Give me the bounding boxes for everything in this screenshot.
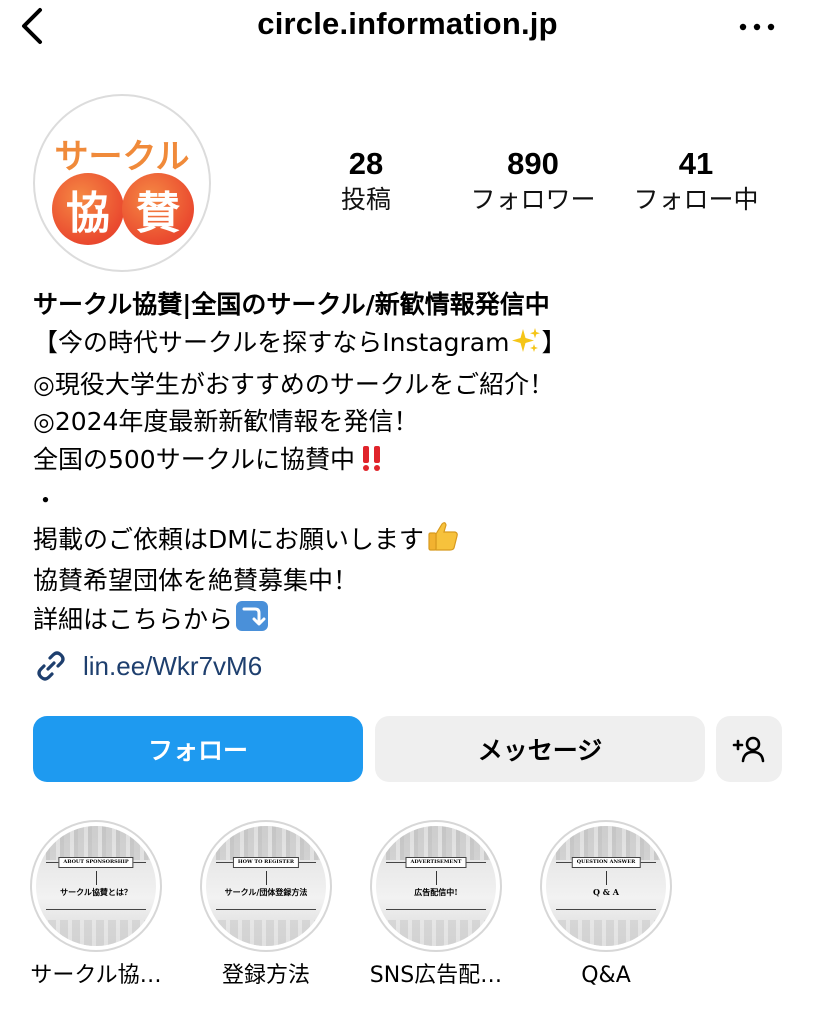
highlight-cover-title: サークル/団体登録方法 <box>224 887 308 897</box>
highlight-cover-tag: ADVERTISEMENT <box>405 857 467 868</box>
highlight-cover: QUESTION ANSWER Q & A <box>546 826 666 946</box>
suggest-users-button[interactable] <box>716 716 782 782</box>
stat-following-label: フォロー中 <box>633 185 759 214</box>
highlight-label: Q&A <box>581 963 631 988</box>
thumbs-up-icon <box>426 520 460 563</box>
profile-link-text: lin.ee/Wkr7vM6 <box>83 650 263 681</box>
highlight-cover-ring[interactable]: HOW TO REGISTER サークル/団体登録方法 <box>200 820 332 952</box>
bio-line: 協賛希望団体を絶賛募集中！ <box>33 566 359 595</box>
stat-followers-count: 890 <box>507 146 559 181</box>
bio-line: 掲載のご依頼はDMにお願いします <box>33 520 793 563</box>
stat-posts-count: 28 <box>348 146 384 181</box>
link-icon <box>37 651 65 681</box>
story-highlight[interactable]: ABOUT SPONSORSHIP サークル協賛とは？ サークル協… <box>26 820 166 990</box>
sparkles-icon <box>511 327 541 366</box>
add-user-icon <box>732 736 765 763</box>
highlight-cover-tag: ABOUT SPONSORSHIP <box>58 857 134 868</box>
highlight-cover-tag: QUESTION ANSWER <box>571 857 641 868</box>
highlight-cover-ring[interactable]: QUESTION ANSWER Q & A <box>540 820 672 952</box>
bio-line: ・ <box>33 486 59 515</box>
profile-bio: サークル協賛|全国のサークル/新歓情報発信中 【今の時代サークルを探すならIns… <box>33 286 793 642</box>
profile-handle: circle.information.jp <box>257 6 558 41</box>
highlight-cover: ABOUT SPONSORSHIP サークル協賛とは？ <box>36 826 156 946</box>
message-button[interactable]: メッセージ <box>375 716 705 782</box>
avatar-logo-char-1: 協 <box>52 173 124 245</box>
highlight-cover-ring[interactable]: ABOUT SPONSORSHIP サークル協賛とは？ <box>30 820 162 952</box>
highlight-cover-tag: HOW TO REGISTER <box>232 857 300 868</box>
more-horizontal-icon <box>739 23 775 31</box>
arrow-down-right-icon <box>235 600 269 643</box>
stat-posts-label: 投稿 <box>340 185 391 214</box>
stat-posts[interactable]: 28 投稿 <box>326 146 406 218</box>
bio-line-text-end: 】 <box>541 328 567 357</box>
stat-followers[interactable]: 890 フォロワー <box>458 146 608 218</box>
highlight-cover-ring[interactable]: ADVERTISEMENT 広告配信中! <box>370 820 502 952</box>
highlight-label: 登録方法 <box>221 963 310 988</box>
highlight-label: SNS広告配… <box>369 963 503 988</box>
avatar-logo-top-text: サークル <box>54 137 190 177</box>
bio-line: 【今の時代サークルを探すならInstagram 】 <box>33 324 793 366</box>
follow-button[interactable]: フォロー <box>33 716 363 782</box>
story-highlight[interactable]: HOW TO REGISTER サークル/団体登録方法 登録方法 <box>196 820 336 990</box>
top-bar: circle.information.jp <box>0 0 815 56</box>
profile-stats: 28 投稿 890 フォロワー 41 フォロー中 <box>300 146 780 226</box>
highlight-label: サークル協… <box>30 963 162 988</box>
highlight-cover-title: 広告配信中! <box>414 887 458 897</box>
more-options-button[interactable] <box>737 12 777 42</box>
bio-line-text: 全国の500サークルに協賛中 <box>33 444 355 474</box>
stat-following-count: 41 <box>678 146 714 181</box>
bio-line: ◎現役大学生がおすすめのサークルをご紹介！ <box>33 369 555 399</box>
bio-line-text: 詳細はこちらから <box>33 604 234 634</box>
story-highlight[interactable]: ADVERTISEMENT 広告配信中! SNS広告配… <box>366 820 506 990</box>
highlight-cover: ADVERTISEMENT 広告配信中! <box>376 826 496 946</box>
bio-display-name: サークル協賛|全国のサークル/新歓情報発信中 <box>33 290 550 319</box>
stat-followers-label: フォロワー <box>470 185 596 214</box>
profile-link[interactable]: lin.ee/Wkr7vM6 <box>33 644 262 688</box>
story-highlight[interactable]: QUESTION ANSWER Q & A Q&A <box>536 820 676 990</box>
double-exclamation-icon <box>357 444 387 483</box>
bio-line-text: 【今の時代サークルを探すならInstagram <box>33 328 510 357</box>
highlight-cover-title: Q & A <box>593 887 619 897</box>
avatar-logo-char-2: 賛 <box>122 173 194 245</box>
bio-line: 全国の500サークルに協賛中 <box>33 441 793 483</box>
profile-avatar[interactable]: サークル 協 賛 <box>33 94 211 272</box>
stat-following[interactable]: 41 フォロー中 <box>626 146 766 218</box>
avatar-logo: サークル 協 賛 <box>38 99 206 267</box>
bio-line-text: 掲載のご依頼はDMにお願いします <box>33 524 424 554</box>
bio-line: 詳細はこちらから <box>33 600 793 643</box>
bio-line: ◎2024年度最新新歓情報を発信！ <box>33 407 419 436</box>
highlight-cover-title: サークル協賛とは？ <box>60 887 132 897</box>
highlight-cover: HOW TO REGISTER サークル/団体登録方法 <box>206 826 326 946</box>
